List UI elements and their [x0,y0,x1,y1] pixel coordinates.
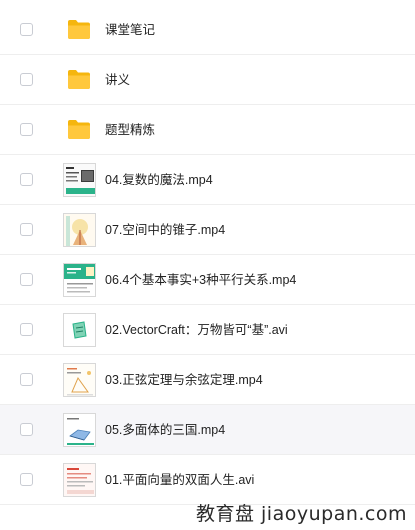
file-row[interactable]: 03.正弦定理与余弦定理.mp4 [0,355,415,405]
file-row[interactable]: 04.复数的魔法.mp4 [0,155,415,205]
file-row[interactable]: 题型精炼 [0,105,415,155]
video-thumbnail [63,313,96,347]
file-name[interactable]: 课堂笔记 [105,22,155,38]
row-checkbox[interactable] [20,173,33,186]
row-checkbox[interactable] [20,223,33,236]
file-name[interactable]: 06.4个基本事实+3种平行关系.mp4 [105,272,296,288]
row-checkbox[interactable] [20,23,33,36]
folder-icon [68,70,90,89]
file-name[interactable]: 07.空间中的锥子.mp4 [105,222,225,238]
file-name[interactable]: 05.多面体的三国.mp4 [105,422,225,438]
file-row[interactable]: 课堂笔记 [0,5,415,55]
file-row[interactable]: 讲义 [0,55,415,105]
file-name[interactable]: 02.VectorCraft：万物皆可“基”.avi [105,322,288,338]
file-name[interactable]: 03.正弦定理与余弦定理.mp4 [105,372,263,388]
row-checkbox[interactable] [20,73,33,86]
file-row[interactable]: 06.4个基本事实+3种平行关系.mp4 [0,255,415,305]
file-row[interactable]: 01.平面向量的双面人生.avi [0,455,415,505]
row-checkbox[interactable] [20,323,33,336]
row-checkbox[interactable] [20,473,33,486]
file-row[interactable]: 05.多面体的三国.mp4 [0,405,415,455]
row-checkbox[interactable] [20,423,33,436]
watermark: 教育盘 jiaoyupan.com [195,503,407,525]
file-name[interactable]: 01.平面向量的双面人生.avi [105,472,254,488]
folder-icon [68,20,90,39]
row-checkbox[interactable] [20,273,33,286]
file-row[interactable]: 02.VectorCraft：万物皆可“基”.avi [0,305,415,355]
video-thumbnail [63,463,96,497]
video-thumbnail [63,363,96,397]
file-list: 课堂笔记 讲义 题型精炼 04.复数的魔法.mp4 07.空间中的锥子.mp4 … [0,5,415,505]
file-name[interactable]: 题型精炼 [105,122,155,138]
folder-icon [68,120,90,139]
video-thumbnail [63,163,96,197]
file-name[interactable]: 04.复数的魔法.mp4 [105,172,213,188]
file-row[interactable]: 07.空间中的锥子.mp4 [0,205,415,255]
video-thumbnail [63,213,96,247]
row-checkbox[interactable] [20,123,33,136]
row-checkbox[interactable] [20,373,33,386]
file-name[interactable]: 讲义 [105,72,130,88]
video-thumbnail [63,263,96,297]
video-thumbnail [63,413,96,447]
